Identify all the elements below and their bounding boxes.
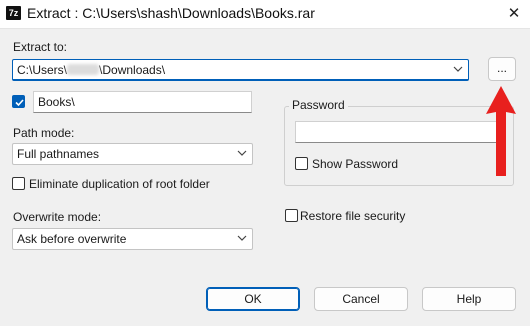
show-password-checkbox[interactable] bbox=[295, 157, 308, 170]
password-input[interactable] bbox=[295, 121, 506, 143]
close-icon: ✕ bbox=[507, 5, 521, 22]
overwrite-mode-select[interactable]: Ask before overwrite bbox=[12, 228, 253, 250]
ok-button[interactable]: OK bbox=[206, 287, 300, 311]
extract-path-value: C:\Users\ \Downloads\ bbox=[17, 63, 165, 77]
chevron-down-icon[interactable] bbox=[452, 62, 464, 76]
overwrite-mode-value: Ask before overwrite bbox=[17, 232, 127, 246]
extract-path-prefix: C:\Users\ bbox=[17, 63, 68, 77]
window-title: Extract : C:\Users\shash\Downloads\Books… bbox=[27, 5, 315, 21]
title-bar: 7z Extract : C:\Users\shash\Downloads\Bo… bbox=[0, 0, 530, 29]
restore-security-label: Restore file security bbox=[300, 209, 406, 223]
eliminate-duplication-label: Eliminate duplication of root folder bbox=[29, 177, 210, 191]
redacted-username bbox=[67, 64, 100, 75]
close-button[interactable]: ✕ bbox=[498, 0, 530, 28]
path-mode-label: Path mode: bbox=[13, 126, 75, 140]
chevron-down-icon bbox=[237, 150, 247, 156]
show-password-label: Show Password bbox=[312, 157, 399, 171]
password-group-label: Password bbox=[289, 98, 348, 112]
overwrite-mode-label: Overwrite mode: bbox=[13, 210, 102, 224]
restore-security-checkbox[interactable] bbox=[285, 209, 298, 222]
extract-to-combobox[interactable]: C:\Users\ \Downloads\ bbox=[12, 59, 469, 81]
help-button[interactable]: Help bbox=[422, 287, 516, 311]
checkmark-icon bbox=[15, 99, 24, 107]
extract-to-label: Extract to: bbox=[13, 40, 68, 54]
extract-path-suffix: \Downloads\ bbox=[99, 63, 166, 77]
cancel-button[interactable]: Cancel bbox=[314, 287, 408, 311]
eliminate-duplication-checkbox[interactable] bbox=[12, 177, 25, 190]
app-icon: 7z bbox=[6, 6, 21, 20]
subfolder-name-input[interactable]: Books\ bbox=[33, 91, 252, 113]
subfolder-checkbox[interactable] bbox=[12, 95, 25, 108]
chevron-down-icon bbox=[237, 235, 247, 241]
subfolder-name-value: Books\ bbox=[38, 95, 75, 109]
browse-button[interactable]: ... bbox=[488, 57, 516, 81]
password-group bbox=[284, 106, 514, 186]
path-mode-value: Full pathnames bbox=[17, 147, 100, 161]
path-mode-select[interactable]: Full pathnames bbox=[12, 143, 253, 165]
annotation-arrow bbox=[486, 86, 516, 176]
